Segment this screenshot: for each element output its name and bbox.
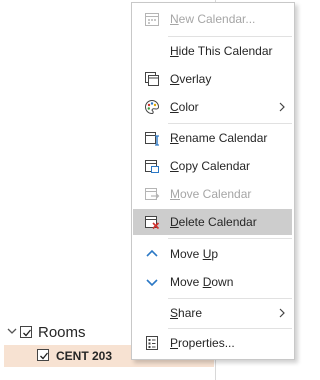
menu-item-label: Move Calendar (170, 187, 252, 201)
menu-item-properties[interactable]: Properties... (132, 330, 294, 356)
cent-203-checkbox[interactable] (37, 349, 49, 361)
menu-separator (168, 328, 292, 329)
menu-item-rename-calendar[interactable]: Rename Calendar (132, 125, 294, 151)
menu-item-delete-calendar[interactable]: Delete Calendar (133, 209, 292, 235)
menu-item-label: Rename Calendar (170, 131, 268, 145)
chevron-up-icon (146, 249, 158, 257)
menu-item-new-calendar[interactable]: New Calendar... (132, 6, 294, 32)
menu-item-label: New Calendar... (170, 12, 256, 26)
properties-icon (146, 336, 158, 350)
menu-item-hide-this-calendar[interactable]: Hide This Calendar (132, 38, 294, 64)
menu-item-move-calendar[interactable]: Move Calendar (132, 181, 294, 207)
menu-separator (168, 298, 292, 299)
chevron-down-icon[interactable] (6, 325, 18, 337)
chevron-down-icon (146, 279, 158, 287)
delete-calendar-icon (145, 216, 160, 230)
menu-separator (168, 36, 292, 37)
cent-203-label: CENT 203 (56, 349, 113, 363)
menu-item-color[interactable]: Color (132, 94, 294, 120)
move-calendar-icon (145, 188, 160, 200)
menu-item-label: Color (170, 100, 199, 114)
overlay-icon (145, 72, 159, 86)
rooms-label: Rooms (38, 324, 86, 341)
rename-calendar-icon (145, 132, 159, 146)
menu-separator (168, 123, 292, 124)
menu-item-label: Copy Calendar (170, 159, 251, 173)
menu-item-overlay[interactable]: Overlay (132, 66, 294, 92)
chevron-right-icon (279, 102, 285, 112)
menu-item-label: Hide This Calendar (170, 44, 273, 58)
palette-icon (145, 99, 160, 115)
menu-item-copy-calendar[interactable]: Copy Calendar (132, 153, 294, 179)
menu-item-label: Properties... (170, 336, 235, 350)
new-calendar-icon (145, 13, 159, 26)
menu-item-label: Move Down (170, 275, 234, 289)
menu-item-label: Overlay (170, 72, 212, 86)
copy-calendar-icon (145, 160, 159, 173)
calendar-context-menu: New Calendar... Hide This Calendar Overl… (131, 2, 295, 360)
menu-item-label: Delete Calendar (170, 215, 257, 229)
menu-item-share[interactable]: Share (132, 300, 294, 326)
menu-item-label: Share (170, 306, 203, 320)
menu-item-label: Move Up (170, 247, 219, 261)
chevron-right-icon (279, 308, 285, 318)
rooms-checkbox[interactable] (20, 326, 32, 338)
menu-item-move-up[interactable]: Move Up (132, 241, 294, 267)
menu-separator (168, 238, 292, 239)
menu-item-move-down[interactable]: Move Down (132, 269, 294, 295)
